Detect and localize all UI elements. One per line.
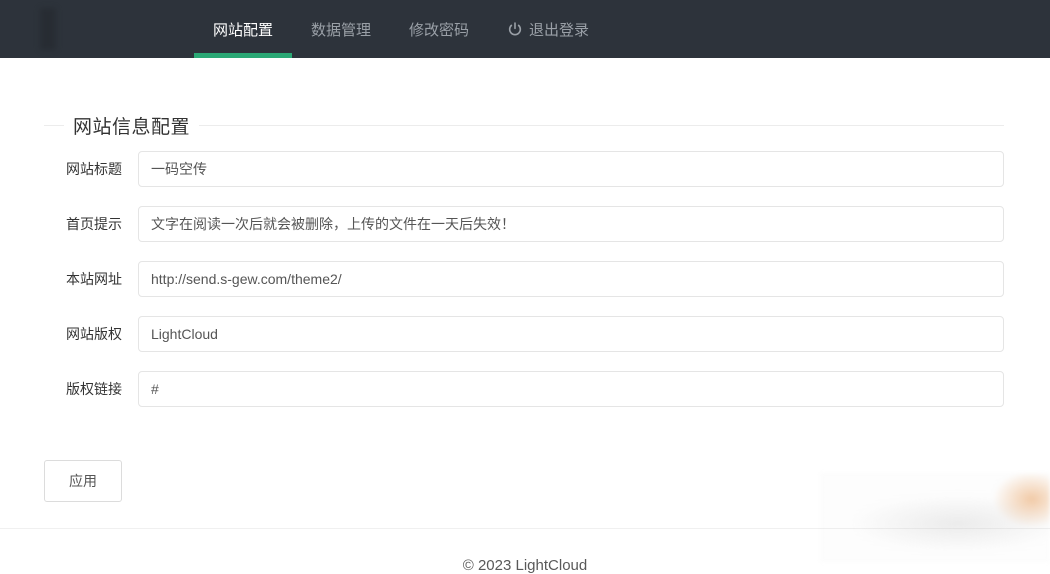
form-row-site-copyright: 网站版权 bbox=[44, 316, 1004, 352]
main-content: 网站信息配置 网站标题 首页提示 本站网址 网站版权 版权链接 应用 bbox=[0, 58, 1050, 502]
tab-site-config-label: 网站配置 bbox=[213, 19, 273, 40]
section-title: 网站信息配置 bbox=[64, 112, 199, 139]
logout-button[interactable]: 退出登录 bbox=[488, 0, 608, 58]
site-url-label: 本站网址 bbox=[44, 269, 138, 289]
power-icon bbox=[507, 21, 523, 37]
tab-site-config[interactable]: 网站配置 bbox=[194, 0, 292, 58]
site-title-input[interactable] bbox=[138, 151, 1004, 187]
site-copyright-input[interactable] bbox=[138, 316, 1004, 352]
legend-line-right bbox=[199, 125, 1004, 126]
form-row-site-url: 本站网址 bbox=[44, 261, 1004, 297]
section-legend: 网站信息配置 bbox=[44, 112, 1004, 139]
form-row-home-tip: 首页提示 bbox=[44, 206, 1004, 242]
footer-copyright: © 2023 LightCloud bbox=[463, 557, 587, 574]
faint-logo bbox=[40, 8, 56, 50]
site-config-form: 网站标题 首页提示 本站网址 网站版权 版权链接 应用 bbox=[44, 151, 1004, 502]
apply-button[interactable]: 应用 bbox=[44, 460, 122, 502]
site-title-label: 网站标题 bbox=[44, 159, 138, 179]
tab-change-password[interactable]: 修改密码 bbox=[390, 0, 488, 58]
logout-label: 退出登录 bbox=[529, 19, 589, 40]
tab-change-password-label: 修改密码 bbox=[409, 19, 469, 40]
home-tip-label: 首页提示 bbox=[44, 214, 138, 234]
legend-line-left bbox=[44, 125, 64, 126]
tab-data-management[interactable]: 数据管理 bbox=[292, 0, 390, 58]
home-tip-input[interactable] bbox=[138, 206, 1004, 242]
site-copyright-label: 网站版权 bbox=[44, 324, 138, 344]
tab-data-management-label: 数据管理 bbox=[311, 19, 371, 40]
copyright-link-label: 版权链接 bbox=[44, 379, 138, 399]
top-nav: 网站配置 数据管理 修改密码 退出登录 bbox=[0, 0, 1050, 58]
form-row-copyright-link: 版权链接 bbox=[44, 371, 1004, 407]
copyright-link-input[interactable] bbox=[138, 371, 1004, 407]
footer: © 2023 LightCloud bbox=[0, 529, 1050, 574]
form-row-site-title: 网站标题 bbox=[44, 151, 1004, 187]
site-url-input[interactable] bbox=[138, 261, 1004, 297]
